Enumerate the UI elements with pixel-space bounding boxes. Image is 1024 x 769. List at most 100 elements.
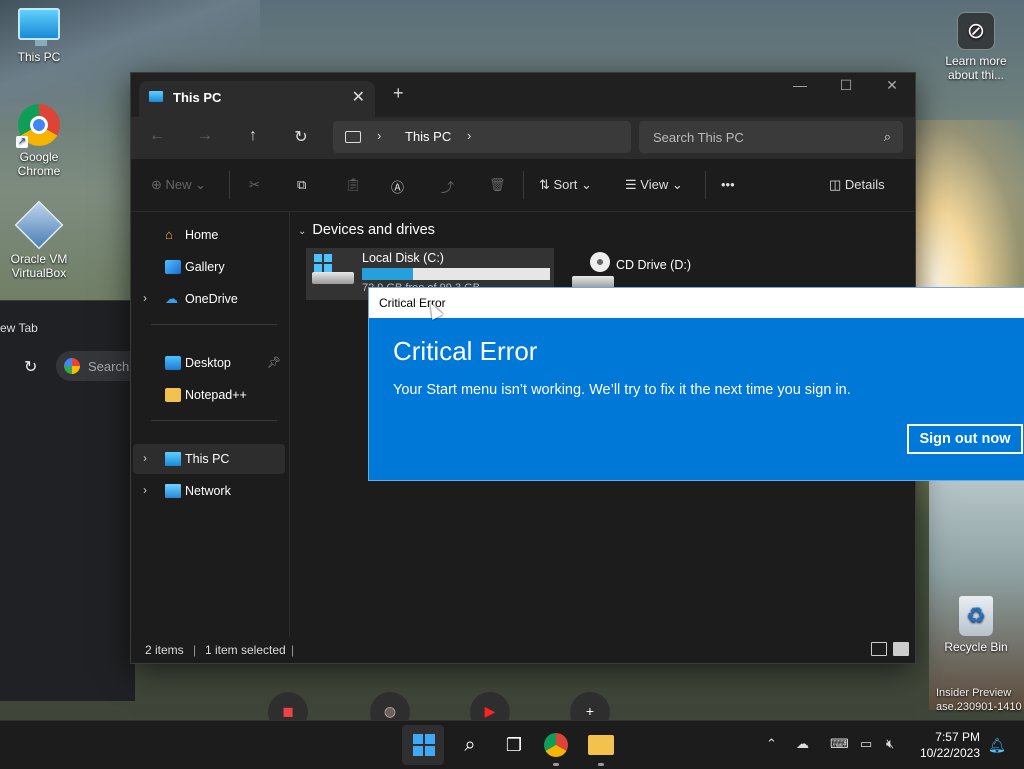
sidebar-item-home[interactable]: ⌂ Home (133, 220, 285, 250)
critical-error-dialog[interactable]: Critical Error Critical Error Your Start… (368, 287, 1024, 481)
close-tab-icon[interactable]: ✕ (352, 87, 365, 107)
wallpaper-river (929, 480, 1024, 710)
share-icon[interactable]: ⤴ (441, 177, 454, 196)
details-view-icon[interactable] (871, 642, 887, 656)
profile-b-icon: ◍ (383, 703, 397, 719)
app-icon: ◼ (282, 703, 294, 719)
rename-icon[interactable]: Ⓐ (391, 177, 404, 196)
desktop-icon-label: This PC (17, 50, 61, 64)
running-indicator (598, 763, 604, 766)
close-window-button[interactable]: ✕ (869, 77, 915, 94)
new-label: New (165, 177, 192, 192)
desktop-icon-recycle-bin[interactable]: ♻ Recycle Bin (938, 596, 1014, 654)
forward-arrow-icon[interactable]: → (193, 127, 217, 145)
chrome-taskbar-icon[interactable] (544, 733, 568, 757)
minimize-button[interactable]: — (777, 77, 823, 93)
running-indicator (553, 763, 559, 766)
view-button[interactable]: ☰ View ⌄ (625, 177, 683, 193)
taskbar: ⌕ ❐ ⌃ ☁ ⌨ ▭ 🔇︎ 7:57 PM 10/22/2023 🔔︎ (0, 720, 1024, 769)
desktop-icon-this-pc[interactable]: This PC (4, 8, 74, 64)
tab-this-pc[interactable]: This PC ✕ (139, 81, 375, 117)
chevron-right-icon[interactable]: › (143, 451, 147, 465)
chrome-tab-label[interactable]: ew Tab (0, 321, 38, 335)
cd-drive-icon (570, 252, 614, 288)
desktop-icon-label: Google Chrome (17, 150, 61, 178)
search-icon: ⌕ (883, 129, 891, 144)
show-hidden-icons-chevron-icon[interactable]: ⌃ (766, 736, 777, 752)
chevron-right-icon[interactable]: › (377, 128, 381, 143)
tiles-view-icon[interactable] (893, 642, 909, 656)
keyboard-icon[interactable]: ⌨ (830, 736, 849, 752)
sidebar-item-label: OneDrive (185, 292, 238, 306)
view-label: View (640, 177, 669, 192)
new-tab-button[interactable]: + (393, 83, 404, 104)
dialog-title-bar[interactable]: Critical Error (369, 288, 1024, 318)
file-explorer-taskbar-icon[interactable] (588, 735, 614, 755)
paste-icon[interactable]: 📋︎ (345, 177, 362, 193)
status-bar: 2 items | 1 item selected | (131, 637, 915, 663)
task-view-icon[interactable]: ❐ (500, 731, 528, 759)
desktop-icon-chrome[interactable]: ↗ Google Chrome (4, 104, 74, 178)
sidebar-item-this-pc[interactable]: › This PC (133, 444, 285, 474)
sidebar-item-gallery[interactable]: Gallery (133, 252, 285, 282)
chevron-right-icon[interactable]: › (143, 291, 147, 305)
chevron-right-icon[interactable]: › (143, 483, 147, 497)
chevron-right-icon[interactable]: › (467, 128, 471, 143)
network-icon (165, 484, 181, 498)
sidebar-item-onedrive[interactable]: › ☁ OneDrive (133, 284, 285, 314)
desktop-icon-label: Oracle VM VirtualBox (10, 252, 68, 280)
up-arrow-icon[interactable]: ↑ (241, 127, 265, 145)
back-arrow-icon[interactable]: ← (145, 127, 169, 145)
system-clock[interactable]: 7:57 PM 10/22/2023 (912, 729, 980, 761)
cut-icon[interactable]: ✂ (249, 177, 260, 193)
pin-icon[interactable]: 📌︎ (267, 356, 281, 369)
address-bar[interactable]: › This PC › (333, 121, 631, 153)
background-chrome-window[interactable]: ew Tab › ↻ Search (0, 300, 156, 701)
breadcrumb-this-pc[interactable]: This PC (405, 129, 451, 144)
sidebar-item-network[interactable]: › Network (133, 476, 285, 506)
back-icon[interactable]: › (0, 357, 1, 373)
sign-out-now-button[interactable]: Sign out now (907, 424, 1023, 454)
sidebar-item-notepadpp[interactable]: Notepad++ (133, 380, 285, 410)
toolbar-divider (523, 171, 524, 199)
this-pc-icon (165, 452, 181, 466)
status-divider: | (193, 643, 197, 657)
sidebar-item-label: Network (185, 484, 231, 498)
desktop-icon-virtualbox[interactable]: Oracle VM VirtualBox (4, 200, 74, 280)
desktop-icon-label: Learn more about thi... (945, 54, 1007, 82)
drive-usage-fill (362, 268, 413, 280)
sidebar-item-label: This PC (185, 452, 230, 466)
clock-date: 10/22/2023 (919, 746, 980, 760)
display-icon[interactable]: ▭ (860, 736, 872, 752)
start-button[interactable] (413, 734, 435, 756)
copy-icon[interactable]: ⧉ (297, 177, 306, 193)
details-button[interactable]: ◫ Details (829, 177, 885, 193)
more-options-button[interactable]: ••• (721, 177, 735, 192)
desktop-folder-icon (165, 356, 181, 370)
delete-icon[interactable]: 🗑︎ (489, 177, 506, 193)
devices-group-header[interactable]: ⌄ Devices and drives (298, 222, 435, 238)
sidebar-divider (151, 420, 277, 421)
clock-time: 7:57 PM (935, 730, 980, 744)
status-divider: | (291, 643, 295, 657)
maximize-button[interactable]: ☐ (823, 77, 869, 94)
desktop-icon-learn-more[interactable]: ⊘ Learn more about thi... (934, 12, 1018, 82)
new-button[interactable]: ⊕ New ⌄ (151, 177, 206, 193)
sort-button[interactable]: ⇅ Sort ⌄ (539, 177, 592, 193)
sidebar-item-desktop[interactable]: Desktop 📌︎ (133, 348, 285, 378)
onedrive-sync-icon[interactable]: ☁ (796, 736, 809, 752)
drive-name: Local Disk (C:) (362, 251, 444, 265)
sidebar-item-label: Home (185, 228, 219, 242)
title-bar[interactable]: This PC ✕ + — ☐ ✕ (131, 73, 915, 117)
refresh-icon[interactable]: ↻ (289, 127, 313, 147)
sidebar-item-label: Desktop (185, 356, 231, 370)
command-bar: ⊕ New ⌄ ✂ ⧉ 📋︎ Ⓐ ⤴ 🗑︎ ⇅ Sort ⌄ ☰ View ⌄ … (131, 159, 915, 212)
dialog-message: Your Start menu isn’t working. We’ll try… (393, 382, 851, 398)
volume-muted-icon[interactable]: 🔇︎ (886, 736, 894, 752)
search-input[interactable]: Search This PC ⌕ (639, 121, 903, 153)
search-icon[interactable]: ⌕ (456, 731, 484, 759)
notification-bell-icon[interactable]: 🔔︎ (988, 737, 1006, 754)
reload-icon[interactable]: ↻ (24, 357, 37, 377)
sort-label: Sort (553, 177, 578, 192)
sidebar-item-label: Notepad++ (185, 388, 247, 402)
